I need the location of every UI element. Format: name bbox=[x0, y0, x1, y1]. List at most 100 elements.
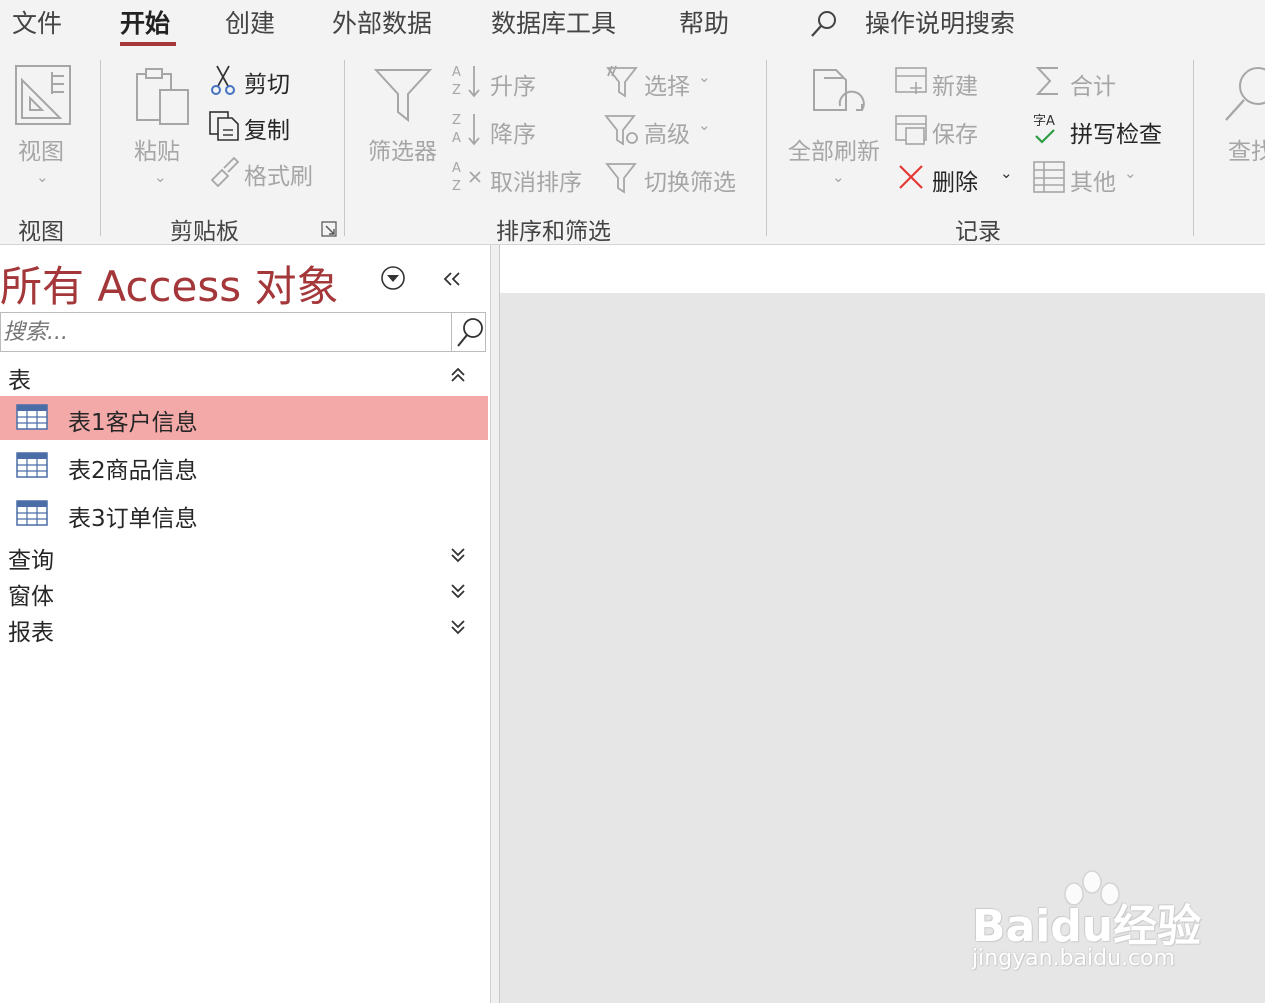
cut-button[interactable]: 剪切 bbox=[206, 62, 316, 98]
chevron-down-icon: ⌄ bbox=[154, 168, 167, 186]
toggle-filter-button[interactable]: 切换筛选 bbox=[604, 158, 744, 196]
chevron-down-icon: ⌄ bbox=[1124, 164, 1137, 182]
paste-button[interactable]: 粘贴 ⌄ bbox=[124, 62, 200, 192]
paste-icon bbox=[136, 68, 189, 125]
spelling-check-icon: 字A bbox=[1033, 114, 1055, 144]
view-button-label: 视图 bbox=[18, 139, 64, 165]
category-tables-header[interactable]: 表 bbox=[0, 359, 488, 395]
advanced-button[interactable]: 高级 ⌄ bbox=[604, 110, 724, 148]
tab-home[interactable]: 开始 bbox=[120, 4, 170, 40]
watermark-url: jingyan.baidu.com bbox=[972, 946, 1176, 971]
search-icon bbox=[457, 318, 483, 347]
filter-label: 筛选器 bbox=[368, 139, 437, 165]
table-icon bbox=[16, 404, 48, 430]
new-record-button[interactable]: 新建 bbox=[894, 62, 994, 100]
chevron-down-icon: ⌄ bbox=[1000, 164, 1013, 182]
selection-label: 选择 bbox=[644, 74, 690, 100]
watermark-brand: Baidu经验 bbox=[972, 901, 1202, 952]
category-label: 窗体 bbox=[8, 584, 54, 610]
paintbrush-icon bbox=[210, 156, 240, 188]
delete-record-button[interactable]: 删除 ⌄ bbox=[894, 158, 1020, 196]
selection-button[interactable]: 选择 ⌄ bbox=[604, 62, 724, 100]
delete-icon bbox=[899, 165, 923, 189]
save-record-label: 保存 bbox=[932, 122, 978, 148]
delete-label: 删除 bbox=[932, 170, 978, 196]
nav-search-button[interactable] bbox=[451, 313, 487, 351]
svg-text:Z: Z bbox=[452, 113, 461, 128]
nav-search-input[interactable] bbox=[1, 313, 449, 351]
active-tab-indicator bbox=[120, 42, 176, 46]
category-label: 报表 bbox=[8, 620, 54, 646]
svg-text:Z: Z bbox=[452, 179, 461, 194]
totals-button[interactable]: 合计 bbox=[1032, 62, 1132, 100]
category-label: 查询 bbox=[8, 548, 54, 574]
more-button[interactable]: 其他 ⌄ bbox=[1032, 158, 1152, 196]
category-label: 表 bbox=[8, 368, 31, 394]
tell-me-search[interactable]: 操作说明搜索 bbox=[808, 0, 1048, 44]
new-record-label: 新建 bbox=[932, 74, 978, 100]
svg-text:A: A bbox=[452, 65, 461, 80]
filter-icon bbox=[374, 69, 432, 123]
group-separator bbox=[100, 60, 101, 236]
table-item[interactable]: 表3订单信息 bbox=[0, 492, 488, 536]
svg-text:A: A bbox=[452, 161, 461, 176]
navigation-pane: 所有 Access 对象 表 表1客户信息 bbox=[0, 245, 490, 1003]
group-label-records: 记录 bbox=[955, 219, 1001, 245]
category-reports-header[interactable]: 报表 bbox=[0, 611, 488, 647]
toggle-filter-icon bbox=[605, 163, 637, 194]
sort-ascending-label: 升序 bbox=[490, 74, 536, 100]
group-label-sort-filter: 排序和筛选 bbox=[496, 219, 611, 245]
refresh-all-button[interactable]: 全部刷新 ⌄ bbox=[786, 62, 886, 192]
table-item[interactable]: 表2商品信息 bbox=[0, 444, 488, 488]
spelling-button[interactable]: 字A 拼写检查 bbox=[1032, 110, 1172, 148]
group-separator bbox=[1193, 60, 1194, 236]
tab-database-tools[interactable]: 数据库工具 bbox=[491, 4, 616, 40]
tab-help[interactable]: 帮助 bbox=[679, 4, 729, 40]
category-forms-header[interactable]: 窗体 bbox=[0, 575, 488, 611]
copy-icon bbox=[209, 111, 239, 141]
remove-sort-label: 取消排序 bbox=[490, 170, 582, 196]
collapse-pane-icon[interactable] bbox=[440, 269, 464, 289]
find-button[interactable]: 查找 bbox=[1214, 62, 1265, 172]
sort-descending-button[interactable]: Z A 降序 bbox=[450, 110, 570, 148]
cut-label: 剪切 bbox=[244, 72, 290, 98]
sigma-icon bbox=[1035, 67, 1058, 95]
format-painter-button[interactable]: 格式刷 bbox=[206, 154, 322, 190]
view-button[interactable]: 视图 ⌄ bbox=[8, 62, 78, 192]
table-item[interactable]: 表1客户信息 bbox=[0, 396, 488, 440]
view-icon bbox=[15, 65, 71, 125]
svg-text:A: A bbox=[452, 131, 461, 146]
dialog-launcher-icon[interactable] bbox=[320, 220, 338, 238]
sort-ascending-button[interactable]: A Z 升序 bbox=[450, 62, 570, 100]
refresh-all-label: 全部刷新 bbox=[788, 139, 880, 165]
chevron-down-double-icon bbox=[451, 584, 465, 599]
category-queries-header[interactable]: 查询 bbox=[0, 539, 488, 575]
chevron-down-icon: ⌄ bbox=[698, 68, 711, 86]
svg-text:Z: Z bbox=[452, 83, 461, 98]
group-label-view: 视图 bbox=[18, 219, 64, 245]
scissors-icon bbox=[211, 65, 235, 95]
more-label: 其他 bbox=[1070, 170, 1116, 196]
table-item-label: 表2商品信息 bbox=[68, 458, 198, 484]
nav-menu-dropdown-icon[interactable] bbox=[380, 265, 406, 291]
nav-pane-title[interactable]: 所有 Access 对象 bbox=[0, 253, 338, 314]
find-label: 查找 bbox=[1228, 139, 1265, 165]
remove-sort-button[interactable]: A Z 取消排序 bbox=[450, 158, 590, 196]
tab-create[interactable]: 创建 bbox=[225, 4, 275, 40]
advanced-filter-icon bbox=[604, 115, 638, 146]
chevron-down-double-icon bbox=[451, 620, 465, 635]
totals-label: 合计 bbox=[1070, 74, 1116, 100]
filter-button[interactable]: 筛选器 bbox=[364, 62, 444, 172]
spelling-label: 拼写检查 bbox=[1070, 122, 1162, 148]
tab-file[interactable]: 文件 bbox=[12, 4, 62, 40]
copy-button[interactable]: 复制 bbox=[206, 108, 316, 144]
save-record-button[interactable]: 保存 bbox=[894, 110, 994, 148]
sort-descending-icon: Z A bbox=[452, 113, 480, 146]
selection-filter-icon bbox=[606, 65, 638, 98]
chevron-up-double-icon bbox=[451, 367, 465, 382]
table-icon bbox=[16, 500, 48, 526]
table-more-icon bbox=[1033, 161, 1065, 193]
nav-pane-splitter[interactable] bbox=[490, 245, 500, 1003]
tab-external-data[interactable]: 外部数据 bbox=[332, 4, 432, 40]
tell-me-label: 操作说明搜索 bbox=[865, 9, 1016, 38]
